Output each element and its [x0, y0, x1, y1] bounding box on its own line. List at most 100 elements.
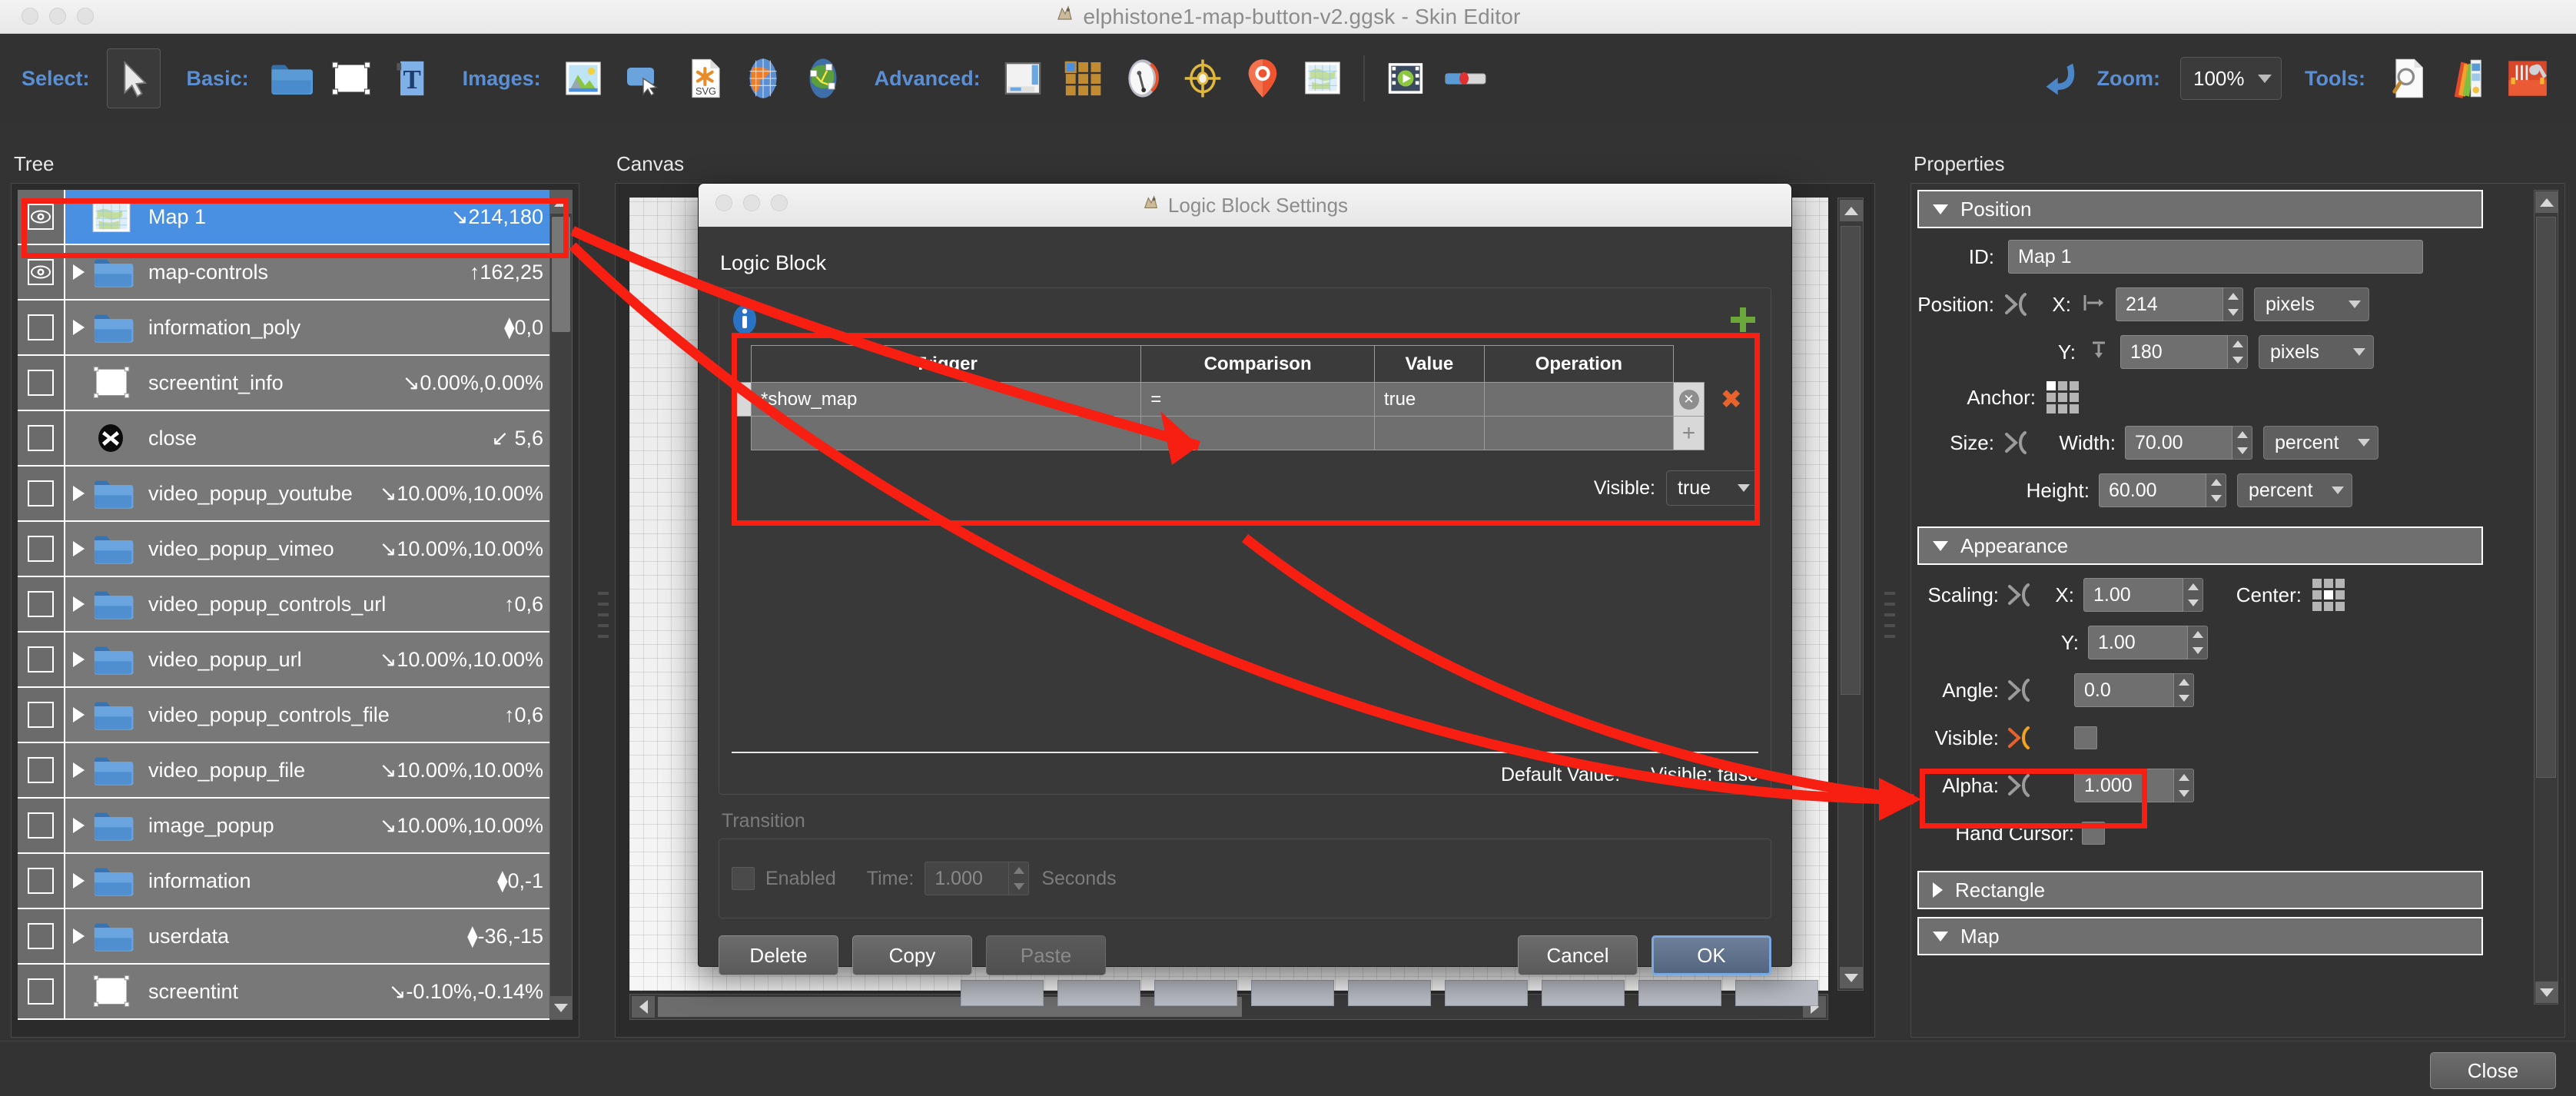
table-row[interactable]: +: [732, 416, 1758, 450]
cell-comparison[interactable]: =: [1140, 382, 1375, 417]
remove-row-button[interactable]: ✕: [1673, 382, 1705, 417]
section-header-rectangle[interactable]: Rectangle: [1917, 871, 2483, 909]
section-header-map[interactable]: Map: [1917, 917, 2483, 955]
copy-button[interactable]: Copy: [852, 935, 972, 975]
close-window-button[interactable]: [22, 8, 38, 25]
width-stepper[interactable]: [2232, 426, 2252, 460]
position-y-stepper[interactable]: [2228, 335, 2248, 369]
map-pin-icon[interactable]: [1237, 53, 1288, 104]
expand-arrow[interactable]: [65, 320, 91, 335]
folder-icon[interactable]: [266, 53, 317, 104]
alpha-stepper[interactable]: [2174, 769, 2194, 802]
canvas-scroll-up-button[interactable]: [1840, 200, 1863, 221]
height-stepper[interactable]: [2206, 473, 2226, 507]
table-row[interactable]: *show_map = true ✕ ✖: [732, 382, 1758, 417]
window-icon[interactable]: [998, 53, 1048, 104]
tree-row[interactable]: video_popup_url ↘10.00%,10.00%: [18, 633, 560, 688]
cell-value[interactable]: [1373, 416, 1485, 450]
link-alpha-icon[interactable]: [2005, 772, 2034, 799]
tree-row[interactable]: close ↙ 5,6: [18, 411, 560, 467]
slider-icon[interactable]: [1440, 53, 1491, 104]
dialog-close-button[interactable]: [715, 194, 732, 211]
position-y-unit-select[interactable]: pixels: [2259, 335, 2374, 369]
scaling-y-input[interactable]: 1.00: [2088, 626, 2188, 659]
visibility-toggle[interactable]: [18, 411, 65, 465]
image-icon[interactable]: [558, 53, 609, 104]
svg-file-icon[interactable]: SVG: [678, 53, 729, 104]
expand-arrow[interactable]: [65, 486, 91, 501]
tree-row[interactable]: screentint_info ↘0.00%,0.00%: [18, 356, 560, 411]
cell-value[interactable]: true: [1373, 382, 1485, 417]
tree-row[interactable]: information ⧫0,-1: [18, 854, 560, 909]
tree-row[interactable]: userdata ⧫-36,-15: [18, 909, 560, 965]
expand-arrow[interactable]: [65, 873, 91, 888]
width-input[interactable]: 70.00: [2125, 426, 2232, 460]
maximize-window-button[interactable]: [77, 8, 94, 25]
undo-arrow-icon[interactable]: [2036, 53, 2086, 104]
angle-input[interactable]: 0.0: [2074, 673, 2174, 707]
dialog-maximize-button[interactable]: [771, 194, 788, 211]
link-visible-icon[interactable]: [2005, 725, 2034, 751]
expand-arrow[interactable]: [65, 541, 91, 556]
link-size-icon[interactable]: [2002, 430, 2031, 456]
tree-row[interactable]: video_popup_youtube ↘10.00%,10.00%: [18, 467, 560, 522]
width-unit-select[interactable]: percent: [2263, 426, 2378, 460]
compass-icon[interactable]: [1117, 53, 1168, 104]
section-header-position[interactable]: Position: [1917, 190, 2483, 228]
visibility-toggle[interactable]: [18, 799, 65, 852]
position-x-stepper[interactable]: [2223, 287, 2243, 321]
alpha-input[interactable]: 1.000: [2074, 769, 2174, 802]
scaling-y-stepper[interactable]: [2188, 626, 2208, 659]
hand-cursor-checkbox[interactable]: [2082, 822, 2105, 845]
toolbox-icon[interactable]: [2502, 53, 2553, 104]
anchor-grid[interactable]: [2047, 381, 2079, 413]
position-x-input[interactable]: 214: [2116, 287, 2223, 321]
scaling-x-stepper[interactable]: [2183, 578, 2203, 612]
expand-arrow[interactable]: [65, 818, 91, 833]
dialog-minimize-button[interactable]: [743, 194, 760, 211]
cell-trigger[interactable]: *show_map: [750, 382, 1142, 417]
expand-arrow[interactable]: [65, 707, 91, 722]
cell-operation[interactable]: [1483, 416, 1675, 450]
world-map-icon[interactable]: [1297, 53, 1348, 104]
cell-operation[interactable]: [1483, 382, 1675, 417]
scaling-x-input[interactable]: 1.00: [2083, 578, 2183, 612]
arrow-cursor-icon[interactable]: [106, 48, 161, 108]
properties-scrollbar[interactable]: [2534, 190, 2558, 1005]
target-icon[interactable]: [1177, 53, 1228, 104]
visibility-toggle[interactable]: [18, 467, 65, 520]
window-traffic-lights[interactable]: [22, 8, 94, 25]
button-icon[interactable]: [618, 53, 669, 104]
tree-scroll-up-button[interactable]: [550, 191, 572, 214]
height-input[interactable]: 60.00: [2099, 473, 2206, 507]
visibility-toggle[interactable]: [18, 245, 65, 299]
link-angle-icon[interactable]: [2005, 677, 2034, 703]
tree-scroll-thumb[interactable]: [552, 217, 570, 332]
expand-arrow[interactable]: [65, 652, 91, 667]
id-field[interactable]: Map 1: [2008, 240, 2423, 274]
zoom-select[interactable]: 100%: [2180, 57, 2282, 100]
delete-button[interactable]: Delete: [719, 935, 838, 975]
close-button[interactable]: Close: [2430, 1052, 2556, 1089]
visibility-toggle[interactable]: [18, 356, 65, 410]
tree-row[interactable]: video_popup_controls_url ↑0,6: [18, 577, 560, 633]
visibility-toggle[interactable]: [18, 633, 65, 686]
link-scaling-icon[interactable]: [2005, 582, 2034, 608]
tree-row[interactable]: video_popup_vimeo ↘10.00%,10.00%: [18, 522, 560, 577]
magnifier-doc-icon[interactable]: [2382, 53, 2433, 104]
visibility-toggle[interactable]: [18, 854, 65, 908]
visibility-toggle[interactable]: [18, 522, 65, 576]
visibility-toggle[interactable]: [18, 965, 65, 1018]
position-y-input[interactable]: 180: [2120, 335, 2228, 369]
add-row-button[interactable]: +: [1673, 416, 1705, 450]
properties-scroll-down-button[interactable]: [2535, 981, 2558, 1003]
row-drag-handle[interactable]: [732, 416, 752, 450]
visibility-toggle[interactable]: [18, 577, 65, 631]
tree-row[interactable]: video_popup_file ↘10.00%,10.00%: [18, 743, 560, 799]
video-icon[interactable]: [1380, 53, 1431, 104]
right-splitter-handle[interactable]: [1884, 592, 1895, 638]
visible-checkbox[interactable]: [2074, 726, 2097, 749]
ok-button[interactable]: OK: [1651, 935, 1771, 975]
color-palette-icon[interactable]: [2442, 53, 2493, 104]
plus-green-icon[interactable]: [1728, 304, 1758, 335]
